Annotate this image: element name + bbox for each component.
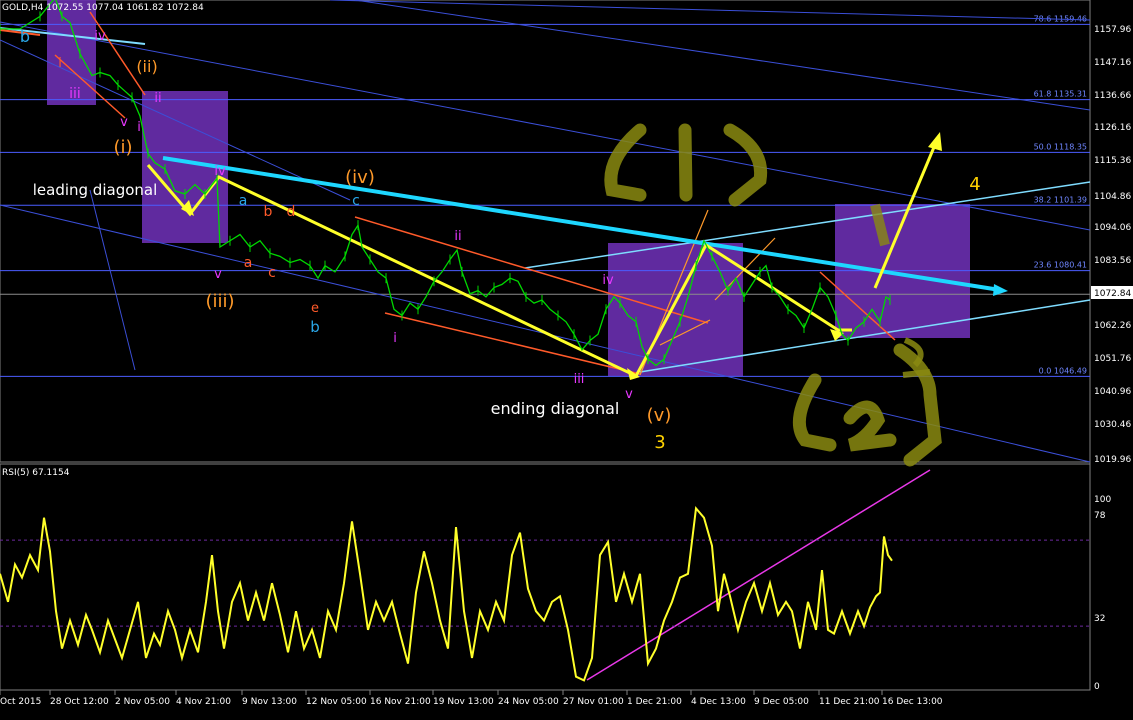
time-axis-label: 19 Nov 13:00 [433, 697, 494, 707]
wave-label: leading diagonal [33, 181, 158, 199]
time-axis-label: 11 Dec 21:00 [819, 697, 880, 707]
wave-label: ending diagonal [491, 399, 620, 418]
wave-label: d [287, 204, 296, 220]
chart-canvas: 78.6 1159.4661.8 1135.3150.0 1118.3538.2… [0, 0, 1133, 707]
price-axis-label: 1072.84 [1094, 289, 1131, 299]
wave-label: (iv) [345, 167, 375, 188]
rsi-axis-label: 100 [1094, 495, 1111, 505]
wave-label: b [20, 27, 30, 46]
wave-label: (iii) [205, 291, 234, 312]
rsi-panel-header: RSI(5) 67.1154 [2, 468, 70, 478]
price-panel-header: GOLD,H4 1072.55 1077.04 1061.82 1072.84 [2, 3, 204, 13]
price-axis-label: 1104.86 [1094, 192, 1131, 202]
rsi-axis-label: 78 [1094, 511, 1106, 521]
rsi-axis-label: 32 [1094, 614, 1105, 624]
time-axis-label: 9 Nov 13:00 [242, 697, 297, 707]
hand-one [678, 123, 693, 202]
wave-zone-3 [608, 243, 743, 376]
price-axis-label: 1147.16 [1094, 58, 1131, 68]
wave-label: (ii) [136, 57, 157, 76]
time-axis-label: 1 Dec 21:00 [627, 697, 682, 707]
time-axis-label: Oct 2015 [0, 697, 41, 707]
time-axis-label: 2 Nov 05:00 [115, 697, 170, 707]
wave-label: b [310, 318, 320, 336]
wave-label: c [352, 193, 360, 209]
wave-label: c [268, 265, 276, 281]
time-axis-label: 4 Dec 13:00 [691, 697, 746, 707]
wave-label: ii [454, 229, 461, 244]
fib-label: 23.6 1080.41 [1034, 261, 1087, 270]
wave-label: iii [574, 372, 585, 387]
time-axis-label: 16 Nov 21:00 [370, 697, 431, 707]
time-axis-label: 27 Nov 01:00 [563, 697, 624, 707]
price-axis-label: 1126.16 [1094, 123, 1131, 133]
price-axis-label: 1030.46 [1094, 420, 1131, 430]
wave-label: iv [94, 29, 106, 44]
wave-label: iv [602, 273, 614, 288]
wave-label: v [625, 387, 633, 402]
wave-label: iv [214, 164, 226, 179]
time-axis-label: 28 Oct 12:00 [50, 697, 109, 707]
wave-label: 3 [654, 432, 665, 453]
price-axis-label: 1062.26 [1094, 321, 1131, 331]
wave-label: v [120, 115, 128, 130]
fib-label: 38.2 1101.39 [1034, 195, 1087, 204]
price-axis-label: 1157.96 [1094, 25, 1131, 35]
price-axis-label: 1019.96 [1094, 455, 1131, 465]
wave-label: (i) [113, 137, 132, 158]
chart-window: 78.6 1159.4661.8 1135.3150.0 1118.3538.2… [0, 0, 1133, 716]
price-axis-label: 1094.06 [1094, 223, 1131, 233]
time-axis-label: 9 Dec 05:00 [754, 697, 809, 707]
wave-label: 4 [969, 174, 980, 195]
wave-label: b [264, 204, 273, 220]
price-axis-label: 1040.96 [1094, 387, 1131, 397]
price-axis-label: 1136.66 [1094, 91, 1131, 101]
wave-label: iii [69, 86, 81, 102]
wave-label: i [137, 120, 141, 135]
wave-label: i [58, 56, 62, 71]
wave-label: a [239, 193, 248, 209]
rsi-axis-label: 0 [1094, 682, 1100, 692]
wave-label: ii [154, 91, 161, 106]
fib-label: 0.0 1046.49 [1039, 366, 1087, 375]
time-axis-label: 12 Nov 05:00 [306, 697, 367, 707]
price-axis-label: 1051.76 [1094, 354, 1131, 364]
time-axis-label: 16 Dec 13:00 [882, 697, 943, 707]
time-axis-label: 4 Nov 21:00 [176, 697, 231, 707]
wave-label: e [311, 301, 319, 316]
price-axis-label: 1115.36 [1094, 156, 1131, 166]
fib-label: 61.8 1135.31 [1034, 90, 1087, 99]
wave-label: i [393, 331, 397, 346]
rsi-panel-frame [0, 463, 1091, 691]
wave-label: (v) [647, 405, 672, 426]
wave-label: v [214, 267, 222, 282]
time-axis-label: 24 Nov 05:00 [498, 697, 559, 707]
wave-label: a [244, 255, 253, 271]
price-axis-label: 1083.56 [1094, 256, 1131, 266]
fib-label: 50.0 1118.35 [1034, 142, 1087, 151]
